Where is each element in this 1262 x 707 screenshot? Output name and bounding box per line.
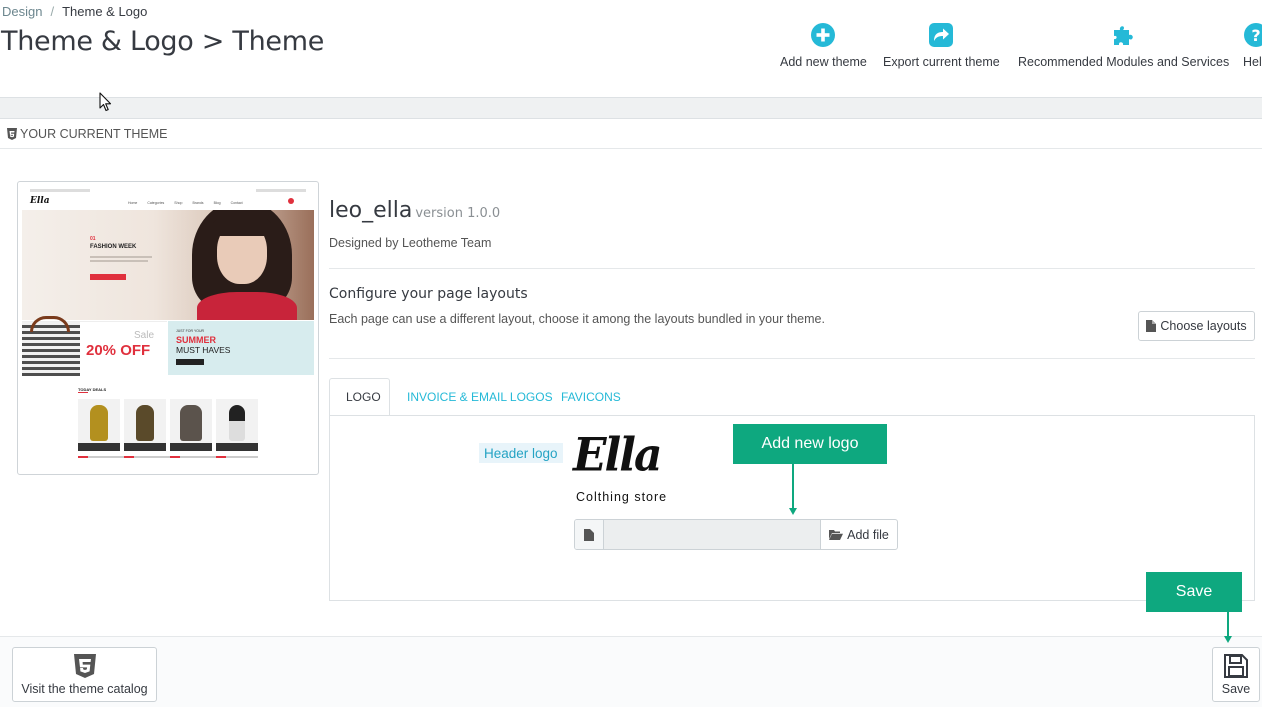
- export-theme-button[interactable]: Export current theme: [883, 22, 1000, 69]
- breadcrumb-current: Theme & Logo: [62, 4, 148, 19]
- share-icon: [929, 23, 954, 47]
- preview-product-card: [170, 399, 212, 451]
- add-new-theme-button[interactable]: Add new theme: [780, 22, 867, 69]
- save-button[interactable]: Save: [1212, 647, 1260, 702]
- preview-product-card: [78, 399, 120, 451]
- save-callout-label: Save: [1175, 583, 1213, 600]
- preview-nav-item: Contact: [230, 201, 243, 205]
- preview-hero-model: [172, 210, 314, 320]
- theme-preview-thumbnail: Ella Home Categories Shop Brands Blog Co…: [17, 181, 319, 475]
- help-label: Help: [1243, 55, 1262, 69]
- preview-cart-icon: [288, 198, 294, 204]
- theme-name-text: leo_ella: [329, 198, 413, 223]
- save-callout-arrow-line: [1227, 612, 1229, 637]
- preview-hero-text: [90, 260, 148, 262]
- preview-hero-title: FASHION WEEK: [90, 244, 137, 250]
- tab-favicons-label: FAVICONS: [561, 390, 621, 404]
- recommended-modules-button[interactable]: Recommended Modules and Services: [1018, 22, 1229, 69]
- tab-logo[interactable]: LOGO: [329, 378, 390, 416]
- preview-summer-button: [176, 359, 204, 365]
- layouts-description: Each page can use a different layout, ch…: [329, 312, 825, 326]
- preview-summer-sub: MUST HAVES: [176, 345, 231, 355]
- floppy-disk-icon: [1224, 653, 1248, 678]
- section-title: YOUR CURRENT THEME: [20, 127, 168, 141]
- preview-nav-item: Shop: [174, 201, 183, 205]
- recommended-modules-label: Recommended Modules and Services: [1018, 55, 1230, 69]
- folder-open-icon: [829, 530, 844, 540]
- puzzle-icon: [1113, 26, 1133, 45]
- preview-summer-kicker: JUST FOR YOUR: [176, 329, 205, 333]
- preview-nav-item: Home: [128, 201, 138, 205]
- site-preview: Ella Home Categories Shop Brands Blog Co…: [22, 186, 314, 470]
- file-icon: [1146, 320, 1157, 332]
- preview-product-card: [216, 399, 258, 451]
- header-logo-label: Header logo: [479, 443, 563, 463]
- preview-nav-item: Blog: [213, 201, 221, 205]
- footer-bar: [0, 636, 1262, 707]
- add-new-theme-label: Add new theme: [780, 55, 867, 69]
- info-divider: [329, 268, 1255, 269]
- header-divider-band: [0, 97, 1262, 119]
- help-icon: ?: [1244, 23, 1262, 47]
- callout-arrow-line: [792, 464, 794, 509]
- preview-nav-item: Brands: [192, 201, 204, 205]
- theme-author: Designed by Leotheme Team: [329, 236, 492, 250]
- add-new-logo-callout-label: Add new logo: [761, 435, 859, 452]
- page-title: Theme & Logo > Theme: [1, 26, 325, 57]
- breadcrumb: Design / Theme & Logo: [2, 4, 147, 19]
- file-name-input[interactable]: [604, 520, 820, 549]
- help-button[interactable]: ? Help: [1243, 22, 1262, 69]
- file-type-icon: [575, 520, 604, 549]
- preview-logo: Ella: [30, 196, 50, 206]
- breadcrumb-link-design[interactable]: Design: [2, 4, 42, 19]
- tab-invoice-email-logos[interactable]: INVOICE & EMAIL LOGOS: [391, 378, 569, 416]
- section-divider: [0, 148, 1262, 149]
- preview-sale-banner: Sale 20% OFF: [22, 316, 167, 376]
- visit-theme-catalog-button[interactable]: Visit the theme catalog: [12, 647, 157, 702]
- html5-shield-icon: [7, 128, 17, 140]
- save-callout: Save: [1146, 572, 1242, 612]
- preview-hero-button: [90, 274, 126, 280]
- visit-theme-catalog-label: Visit the theme catalog: [21, 681, 148, 696]
- breadcrumb-separator: /: [50, 4, 55, 19]
- theme-version: version 1.0.0: [415, 206, 501, 221]
- preview-prices: [78, 456, 258, 458]
- preview-summer-title: SUMMER: [176, 335, 216, 345]
- layouts-divider: [329, 358, 1255, 359]
- theme-name: leo_ella version 1.0.0: [329, 198, 500, 223]
- tab-invoice-label: INVOICE & EMAIL LOGOS: [407, 390, 553, 404]
- current-logo-tagline: Colthing store: [576, 490, 668, 504]
- save-callout-arrow-head: [1224, 636, 1232, 643]
- export-theme-label: Export current theme: [883, 55, 1000, 69]
- plus-circle-icon: [811, 23, 836, 47]
- choose-layouts-button[interactable]: Choose layouts: [1138, 311, 1255, 341]
- preview-nav: Home Categories Shop Brands Blog Contact: [128, 201, 243, 205]
- add-new-logo-callout: Add new logo: [733, 424, 887, 464]
- save-label: Save: [1221, 681, 1251, 696]
- preview-sale-word: Sale: [134, 330, 155, 341]
- preview-summer-model: [273, 321, 309, 375]
- current-logo-image: Ella: [573, 428, 662, 483]
- tab-favicons[interactable]: FAVICONS: [545, 378, 637, 416]
- mouse-cursor-icon: [99, 92, 112, 112]
- preview-hero-number: 01: [90, 236, 96, 242]
- preview-nav-item: Categories: [147, 201, 165, 205]
- preview-topbar: [30, 189, 90, 192]
- choose-layouts-label: Choose layouts: [1160, 319, 1247, 333]
- layouts-heading: Configure your page layouts: [329, 286, 528, 302]
- preview-hero-text: [90, 256, 152, 258]
- preview-topbar-right: [256, 189, 306, 192]
- logo-file-upload: Add file: [574, 519, 898, 550]
- add-file-label: Add file: [847, 527, 889, 542]
- tab-logo-label: LOGO: [346, 390, 381, 404]
- preview-product-card: [124, 399, 166, 451]
- preview-summer-banner: JUST FOR YOUR SUMMER MUST HAVES: [168, 321, 314, 375]
- preview-sale-text: 20% OFF: [86, 342, 151, 359]
- html5-icon: [73, 653, 96, 678]
- svg-text:?: ?: [1251, 26, 1260, 45]
- callout-arrow-head: [789, 508, 797, 515]
- add-file-button[interactable]: Add file: [820, 520, 897, 549]
- section-heading: YOUR CURRENT THEME: [7, 127, 167, 141]
- preview-deals-underline: [78, 392, 88, 393]
